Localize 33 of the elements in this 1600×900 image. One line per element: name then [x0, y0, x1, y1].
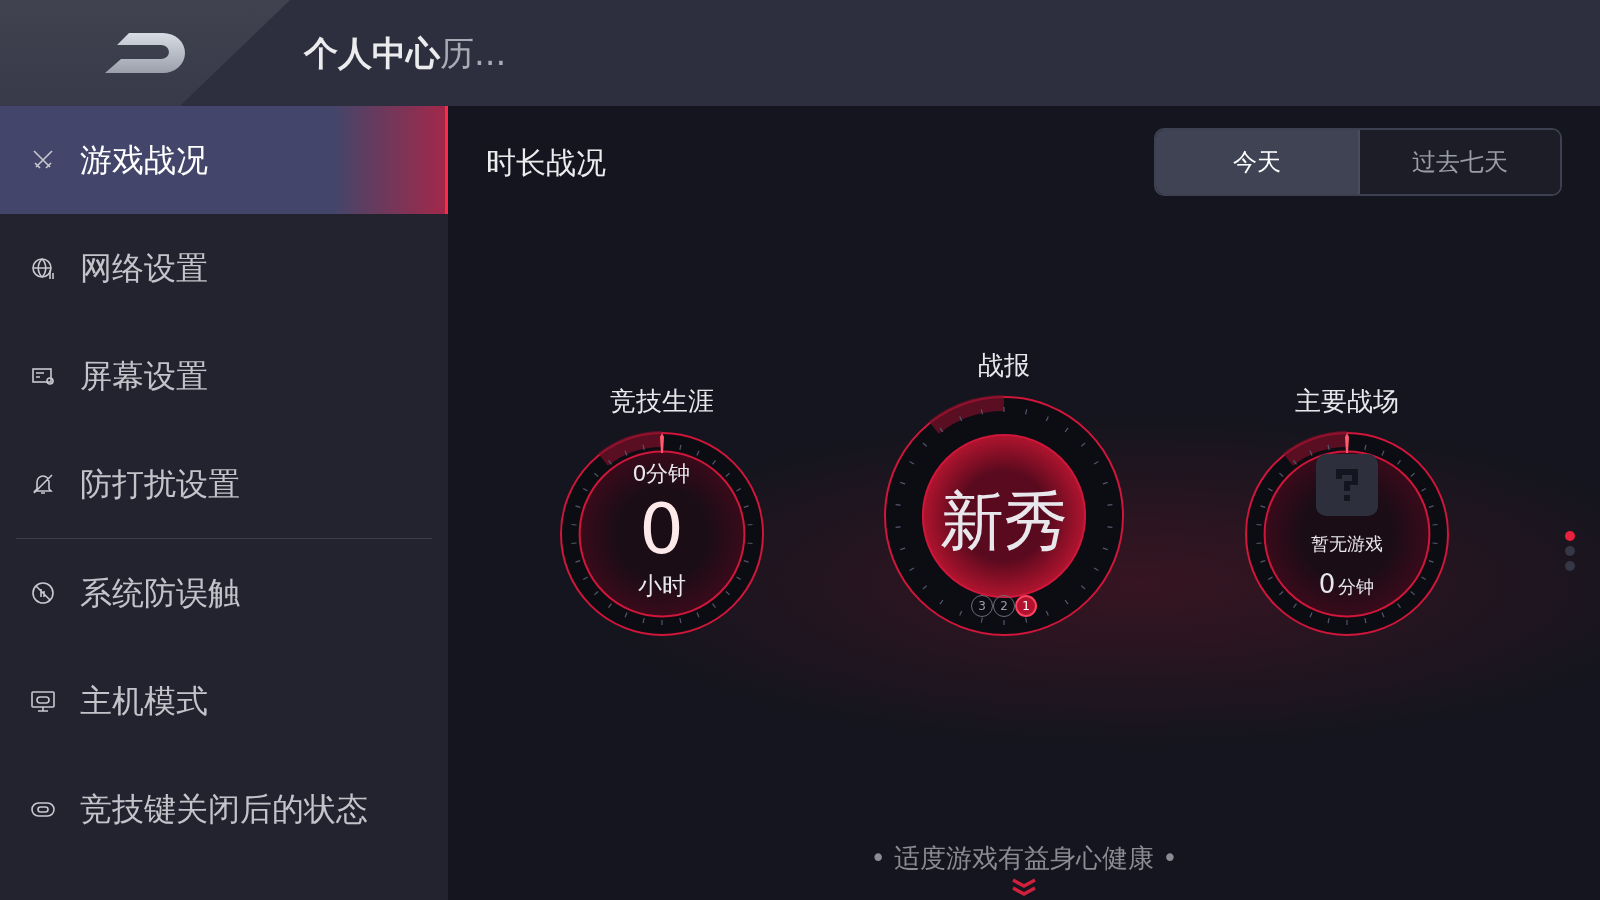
back-icon[interactable] — [103, 31, 187, 75]
menu-item[interactable]: 主机模式 — [0, 647, 448, 755]
menu-item[interactable]: 游戏战况 — [0, 106, 448, 214]
menu-item[interactable]: 竞技键关闭后的状态 — [0, 755, 448, 863]
bell-icon — [30, 471, 56, 497]
page-dot[interactable] — [1565, 561, 1575, 571]
unknown-game-icon — [1315, 454, 1378, 516]
menu-item[interactable]: 网络设置 — [0, 214, 448, 322]
no-touch-icon — [30, 580, 56, 606]
hours-unit: 小时 — [637, 570, 686, 602]
minutes-value: 0分钟 — [632, 459, 691, 488]
page-dot[interactable] — [1565, 531, 1575, 541]
page-title: 个人中心历... — [304, 31, 507, 75]
hours-value: 0 — [639, 493, 684, 564]
back-tab[interactable] — [0, 0, 290, 106]
period-tab[interactable]: 过去七天 — [1358, 130, 1560, 194]
minutes-unit: 分钟 — [1338, 575, 1375, 599]
period-tab[interactable]: 今天 — [1156, 130, 1358, 194]
monitor-gamepad-icon — [30, 688, 56, 714]
page-dot[interactable] — [1565, 546, 1575, 556]
globe-icon — [30, 255, 56, 281]
rank-value: 新秀 — [940, 489, 1068, 553]
menu-item[interactable]: 系统防误触 — [0, 539, 448, 647]
gauge-title: 主要战场 — [1294, 385, 1399, 418]
chevron-down-icon[interactable] — [1011, 878, 1037, 896]
section-title: 时长战况 — [486, 143, 606, 182]
game-name: 暂无游戏 — [1310, 532, 1383, 556]
gauge-title: 战报 — [978, 349, 1030, 382]
menu-item[interactable]: 防打扰设置 — [0, 430, 448, 538]
gauge-title: 竞技生涯 — [609, 385, 714, 418]
minutes-value: 0 — [1318, 568, 1336, 601]
health-notice: • 适度游戏有益身心健康 • — [870, 842, 1178, 875]
menu-item[interactable]: 屏幕设置 — [0, 322, 448, 430]
